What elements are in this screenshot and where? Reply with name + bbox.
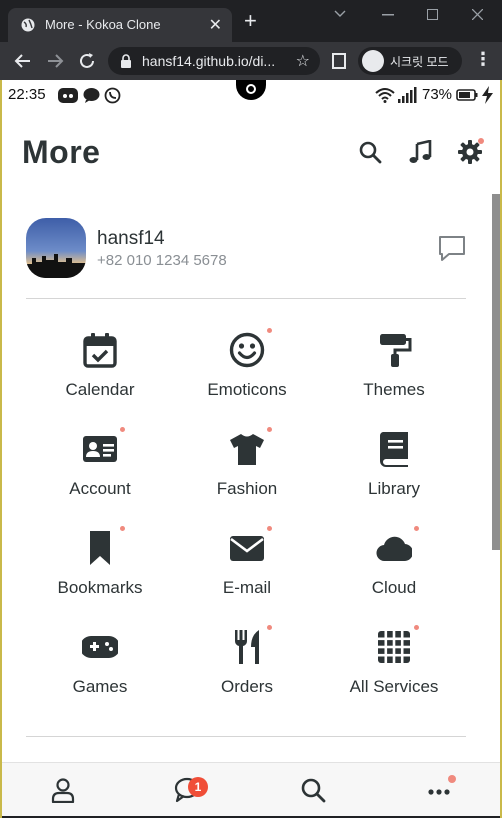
divider (26, 736, 466, 737)
address-bar[interactable]: hansf14.github.io/di... ☆ (108, 47, 320, 75)
service-label: Cloud (371, 578, 417, 597)
avatar[interactable] (26, 218, 86, 278)
service-fashion[interactable]: Fashion (177, 427, 317, 511)
service-label: Bookmarks (57, 578, 143, 597)
browser-chrome: More - Kokoa Clone ✕ + hansf14.github.io… (0, 0, 502, 80)
tshirt-icon (230, 434, 264, 465)
signal-icon (398, 87, 417, 103)
bottom-nav: 1 (2, 762, 500, 816)
service-label: Calendar (65, 380, 135, 399)
incognito-label: 시크릿 모드 (390, 55, 449, 69)
service-label: Account (69, 479, 131, 498)
service-label: All Services (349, 677, 439, 696)
service-label: E-mail (222, 578, 272, 597)
new-dot (120, 526, 125, 531)
service-label: Fashion (216, 479, 278, 498)
nav-friends-user-icon[interactable] (50, 777, 76, 803)
service-cloud[interactable]: Cloud (324, 526, 464, 610)
tab-close-icon[interactable]: ✕ (209, 15, 222, 35)
envelope-icon (230, 536, 264, 561)
bookmark-icon (90, 531, 110, 565)
profile-name: hansf14 (97, 228, 165, 249)
book-icon (379, 432, 408, 467)
battery-icon (456, 89, 478, 101)
service-themes[interactable]: Themes (324, 332, 464, 412)
viber-icon (104, 87, 121, 104)
service-e-mail[interactable]: E-mail (177, 526, 317, 610)
new-dot (120, 427, 125, 432)
cloud-icon (376, 536, 412, 562)
phone-status-bar: 22:35 73% (0, 80, 502, 110)
utensils-icon (234, 630, 259, 664)
new-dot (267, 625, 272, 630)
side-panel-icon[interactable] (332, 53, 346, 69)
wifi-icon (375, 88, 395, 103)
chat-bubble-icon[interactable] (438, 234, 466, 262)
new-dot (414, 625, 419, 630)
service-games[interactable]: Games (30, 629, 170, 709)
service-label: Orders (221, 677, 273, 696)
paint-roller-icon (380, 334, 412, 367)
settings-notification-dot (478, 138, 484, 144)
service-emoticons[interactable]: Emoticons (177, 328, 317, 412)
message-bubble-icon (83, 88, 100, 103)
service-calendar[interactable]: Calendar (30, 332, 170, 412)
tab-title: More - Kokoa Clone (45, 17, 161, 32)
grid-icon (378, 631, 410, 663)
camera-notch (236, 80, 266, 100)
lock-icon (121, 54, 131, 68)
service-label: Emoticons (207, 380, 287, 399)
incognito-indicator[interactable]: 시크릿 모드 (358, 47, 462, 75)
calendar-icon (83, 333, 117, 368)
skyline-image (26, 254, 86, 278)
globe-icon (21, 18, 35, 32)
service-label: Library (368, 479, 420, 498)
smile-icon (229, 332, 265, 368)
nav-search-icon[interactable] (300, 777, 326, 803)
new-tab-button[interactable]: + (244, 10, 257, 32)
gamepad-icon (82, 636, 118, 658)
chat-badge: 1 (188, 777, 208, 797)
new-dot (414, 526, 419, 531)
divider (26, 298, 466, 299)
page-title: More (22, 134, 101, 170)
service-bookmarks[interactable]: Bookmarks (30, 526, 170, 610)
back-arrow-icon[interactable] (12, 50, 34, 72)
new-dot (267, 427, 272, 432)
service-account[interactable]: Account (30, 427, 170, 511)
reload-icon[interactable] (76, 50, 98, 72)
maximize-icon[interactable] (427, 9, 438, 20)
new-dot (267, 328, 272, 333)
music-icon[interactable] (408, 140, 432, 164)
service-label: Themes (363, 380, 425, 399)
status-time: 22:35 (8, 86, 46, 103)
search-icon[interactable] (358, 140, 382, 164)
battery-percent: 73% (422, 86, 453, 103)
gear-icon[interactable] (458, 140, 482, 164)
id-card-icon (83, 436, 117, 462)
incognito-icon (362, 50, 384, 72)
browser-tab[interactable]: More - Kokoa Clone ✕ (8, 8, 232, 42)
browser-toolbar: hansf14.github.io/di... ☆ 시크릿 모드 ⋮ (0, 42, 502, 80)
discord-icon (58, 88, 78, 103)
window-edge-left (0, 80, 2, 818)
service-orders[interactable]: Orders (177, 625, 317, 709)
more-notification-dot (448, 775, 456, 783)
window-close-icon[interactable] (472, 9, 483, 20)
browser-menu-icon[interactable]: ⋮ (474, 50, 492, 68)
forward-arrow-icon[interactable] (44, 50, 66, 72)
scrollbar[interactable] (492, 194, 500, 550)
service-all-services[interactable]: All Services (324, 625, 464, 709)
url-text: hansf14.github.io/di... (142, 53, 276, 69)
minimize-icon[interactable] (382, 14, 394, 16)
new-dot (267, 526, 272, 531)
tab-search-chevron-icon[interactable] (334, 10, 346, 18)
charging-bolt-icon (482, 86, 493, 104)
service-library[interactable]: Library (324, 431, 464, 511)
app-screen: More hansf14 +82 010 1234 5678 Calendar E… (2, 110, 500, 762)
bookmark-star-icon[interactable]: ☆ (296, 51, 310, 71)
profile-phone: +82 010 1234 5678 (97, 252, 227, 269)
service-label: Games (72, 677, 128, 696)
